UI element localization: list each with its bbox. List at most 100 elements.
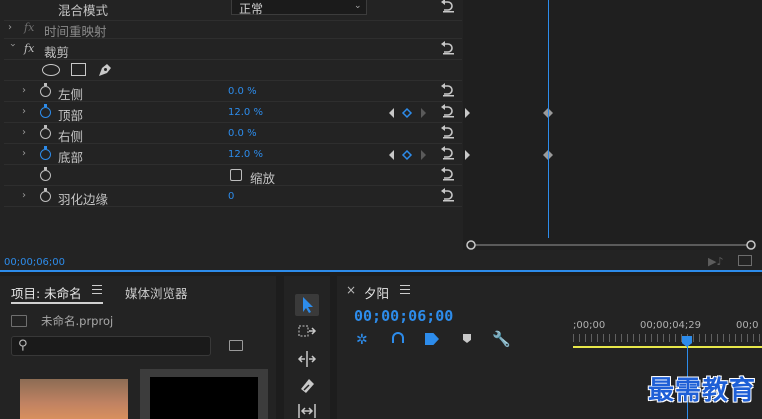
feather-edges-label: 羽化边缘 xyxy=(58,192,109,207)
crop-top-row: › 顶部 12.0 % xyxy=(4,102,462,123)
wrench-icon[interactable]: 🔧 xyxy=(492,330,511,348)
effect-controls-footer: 00;00;06;00 ▶♪ xyxy=(0,250,762,272)
crop-right-value[interactable]: 0.0 % xyxy=(228,128,257,139)
reset-icon[interactable] xyxy=(440,41,456,55)
project-search-input[interactable]: ⚲ xyxy=(11,336,211,356)
work-area-bar[interactable] xyxy=(573,346,762,348)
watermark-logo: 最需教育 xyxy=(647,376,756,406)
chevron-right-icon[interactable]: › xyxy=(8,22,16,34)
time-ruler[interactable] xyxy=(573,334,762,342)
track-select-tool-icon[interactable] xyxy=(295,321,319,343)
sequence-tab[interactable]: 夕阳 xyxy=(364,283,389,302)
blend-mode-select[interactable]: 正常 ⌄ xyxy=(231,0,367,16)
next-keyframe-icon xyxy=(421,108,426,118)
add-marker-icon[interactable] xyxy=(425,333,439,345)
blend-mode-value: 正常 xyxy=(239,2,264,16)
crop-bottom-row: › 底部 12.0 % xyxy=(4,144,462,165)
next-keyframe-icon xyxy=(421,150,426,160)
slip-tool-icon[interactable] xyxy=(295,400,319,419)
rectangle-mask-icon[interactable] xyxy=(71,63,86,76)
reset-icon[interactable] xyxy=(440,104,456,118)
timeline-marker-icon xyxy=(465,150,470,160)
timeline-marker-icon xyxy=(465,108,470,118)
tools-panel xyxy=(284,276,330,419)
chevron-right-icon[interactable]: › xyxy=(22,85,30,97)
reset-icon[interactable] xyxy=(440,167,456,181)
snap-icon[interactable]: ✲ xyxy=(356,332,368,348)
stopwatch-active-icon[interactable] xyxy=(40,104,51,118)
time-remap-label: 时间重映射 xyxy=(44,24,107,39)
reset-icon[interactable] xyxy=(440,146,456,160)
play-audio-icon[interactable]: ▶♪ xyxy=(708,255,723,268)
blend-mode-label: 混合模式 xyxy=(58,3,109,18)
chevron-right-icon[interactable]: › xyxy=(22,148,30,160)
crop-effect-row: › fx 裁剪 xyxy=(4,39,462,60)
crop-zoom-row: 缩放 xyxy=(4,165,462,186)
effect-controls-timecode[interactable]: 00;00;06;00 xyxy=(4,257,65,268)
stopwatch-icon[interactable] xyxy=(40,125,51,139)
crop-top-value[interactable]: 12.0 % xyxy=(228,107,263,118)
panel-menu-icon[interactable] xyxy=(400,285,410,294)
effect-controls-playhead[interactable] xyxy=(548,0,549,238)
linked-selection-icon[interactable] xyxy=(392,332,404,343)
active-tab-underline xyxy=(11,302,103,304)
chevron-right-icon[interactable]: › xyxy=(22,106,30,118)
feather-edges-row: › 羽化边缘 0 xyxy=(4,186,462,207)
previous-keyframe-icon xyxy=(389,150,394,160)
zoom-checkbox[interactable] xyxy=(230,169,242,181)
time-remap-row: › fx 时间重映射 xyxy=(4,18,462,39)
effect-controls-timeline xyxy=(463,0,762,250)
crop-top-label: 顶部 xyxy=(58,108,84,123)
sequence-timecode[interactable]: 00;00;06;00 xyxy=(354,307,453,325)
chevron-expanded-icon[interactable]: › xyxy=(6,43,18,51)
project-file-icon xyxy=(11,315,27,327)
mask-tools-row xyxy=(4,60,462,81)
add-keyframe-icon xyxy=(401,107,413,119)
crop-right-row: › 右侧 0.0 % xyxy=(4,123,462,144)
ripple-edit-tool-icon[interactable] xyxy=(295,348,319,370)
crop-right-label: 右侧 xyxy=(58,129,84,144)
project-file-name: 未命名.prproj xyxy=(41,314,114,328)
feather-edges-value[interactable]: 0 xyxy=(228,191,234,202)
chevron-right-icon[interactable]: › xyxy=(22,190,30,202)
media-browser-tab[interactable]: 媒体浏览器 xyxy=(125,283,188,302)
stopwatch-icon[interactable] xyxy=(40,167,51,181)
reset-icon[interactable] xyxy=(440,125,456,139)
new-bin-icon[interactable] xyxy=(229,340,243,351)
selection-tool-icon[interactable] xyxy=(295,294,319,316)
sequence-thumbnail-frame[interactable] xyxy=(140,369,268,419)
crop-label: 裁剪 xyxy=(44,45,70,60)
fx-icon[interactable]: fx xyxy=(24,42,34,55)
fx-icon: fx xyxy=(24,21,35,34)
sequence-thumbnail xyxy=(150,377,258,419)
chevron-down-icon: ⌄ xyxy=(354,1,362,11)
crop-bottom-value[interactable]: 12.0 % xyxy=(228,149,263,160)
reset-icon[interactable] xyxy=(440,188,456,202)
reset-icon[interactable] xyxy=(440,0,456,13)
export-icon[interactable] xyxy=(738,255,752,266)
keyframe-navigator xyxy=(388,149,428,161)
scroll-handle-right xyxy=(746,240,756,250)
reset-icon[interactable] xyxy=(440,83,456,97)
scroll-handle-left xyxy=(466,240,476,250)
search-icon: ⚲ xyxy=(18,338,28,353)
ruler-label: 00;0 xyxy=(736,320,759,331)
razor-tool-icon[interactable] xyxy=(295,375,319,397)
crop-bottom-label: 底部 xyxy=(58,150,84,165)
effect-properties-list: 混合模式 正常 ⌄ › fx 时间重映射 › fx 裁剪 › 左侧 0.0 % … xyxy=(4,0,462,250)
stopwatch-icon[interactable] xyxy=(40,188,51,202)
crop-left-label: 左侧 xyxy=(58,87,84,102)
close-tab-button[interactable]: × xyxy=(346,283,356,297)
sunset-clip-thumbnail[interactable] xyxy=(20,379,128,419)
stopwatch-active-icon[interactable] xyxy=(40,146,51,160)
crop-left-value[interactable]: 0.0 % xyxy=(228,86,257,97)
stopwatch-icon[interactable] xyxy=(40,83,51,97)
marker-icon[interactable] xyxy=(463,334,471,343)
ellipse-mask-icon[interactable] xyxy=(42,64,60,76)
panel-menu-icon[interactable] xyxy=(92,285,102,294)
ruler-label: 00;00;04;29 xyxy=(640,320,702,331)
pen-mask-icon[interactable] xyxy=(97,62,113,78)
project-tab[interactable]: 项目: 未命名 xyxy=(11,283,82,302)
chevron-right-icon[interactable]: › xyxy=(22,127,30,139)
ruler-label: ;00;00 xyxy=(573,320,606,331)
